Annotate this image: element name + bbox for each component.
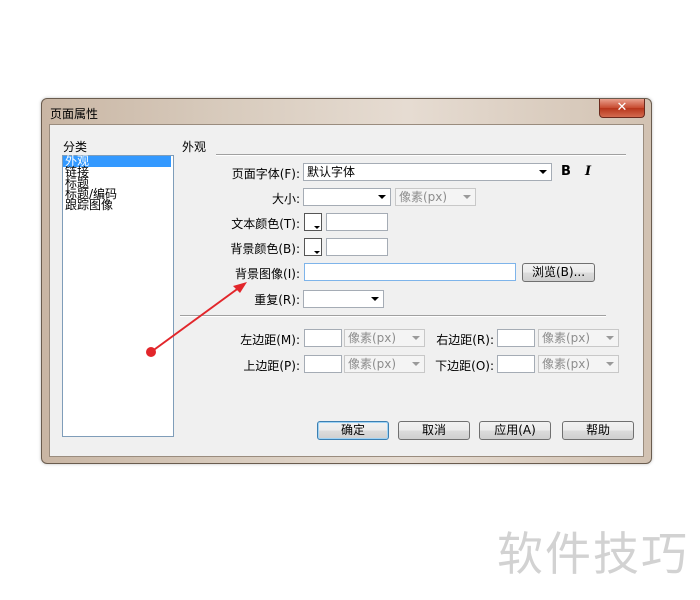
annotation-dot (146, 347, 156, 357)
annotation-overlay (146, 282, 247, 357)
watermark-text: 软件技巧 (497, 527, 689, 581)
annotation-arrow-line (150, 286, 241, 353)
